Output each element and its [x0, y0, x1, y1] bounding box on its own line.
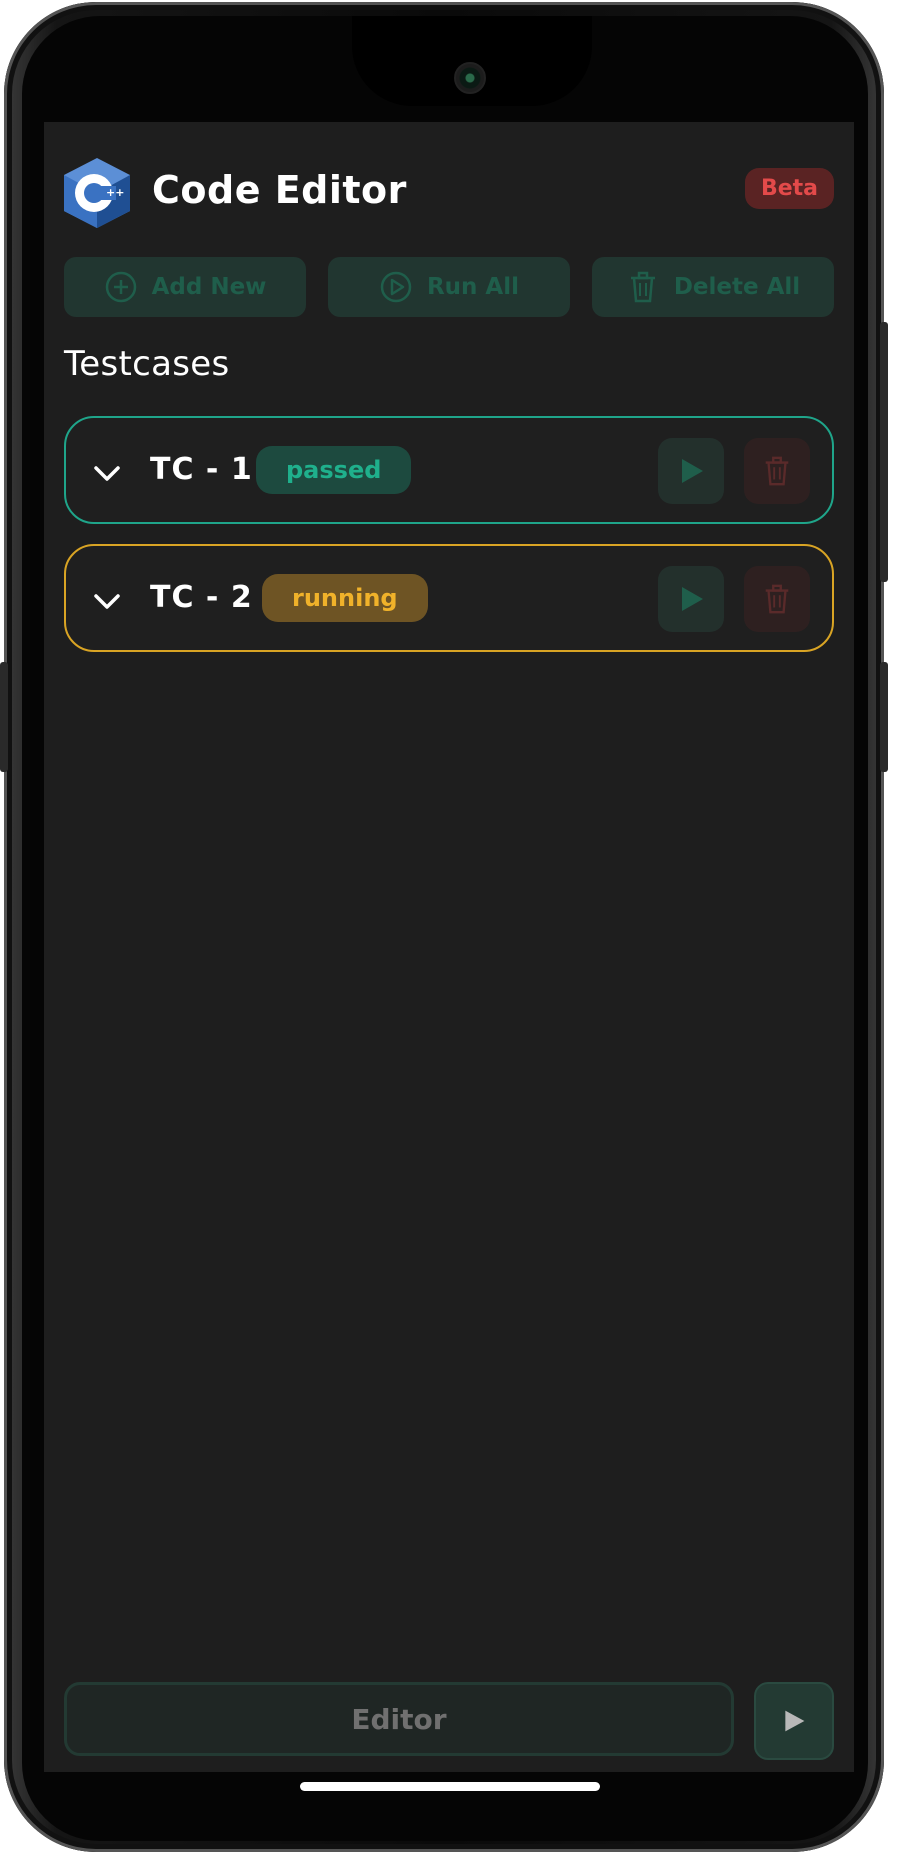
- testcase-card[interactable]: TC - 2 running: [64, 544, 834, 652]
- svg-text:++: ++: [106, 186, 124, 199]
- chevron-down-icon[interactable]: [90, 456, 124, 490]
- testcases-heading: Testcases: [64, 344, 230, 384]
- run-testcase-button[interactable]: [658, 566, 724, 632]
- play-icon: [785, 1710, 805, 1732]
- action-toolbar: Add New Run All Delete All: [64, 257, 834, 317]
- run-button[interactable]: [754, 1682, 834, 1760]
- trash-icon: [765, 584, 789, 614]
- home-indicator[interactable]: [300, 1782, 600, 1791]
- status-badge: running: [262, 574, 428, 622]
- app-header: ++ Code Editor Beta: [64, 158, 834, 228]
- play-circle-icon: [380, 271, 412, 303]
- play-icon: [682, 587, 703, 611]
- front-camera: [454, 62, 486, 94]
- play-icon: [682, 459, 703, 483]
- chevron-down-icon[interactable]: [90, 584, 124, 618]
- delete-testcase-button[interactable]: [744, 438, 810, 504]
- testcase-card[interactable]: TC - 1 passed: [64, 416, 834, 524]
- volume-button: [880, 322, 888, 582]
- trash-icon: [630, 271, 655, 303]
- run-testcase-button[interactable]: [658, 438, 724, 504]
- phone-frame: ++ Code Editor Beta Add New Run All Dele…: [0, 2, 888, 1852]
- run-all-label: Run All: [426, 274, 520, 300]
- trash-icon: [765, 456, 789, 486]
- bottom-bar: Editor: [64, 1682, 834, 1760]
- delete-testcase-button[interactable]: [744, 566, 810, 632]
- testcase-title: TC - 2: [150, 580, 253, 615]
- side-button: [0, 662, 8, 772]
- app-screen: ++ Code Editor Beta Add New Run All Dele…: [44, 122, 854, 1772]
- delete-all-button[interactable]: Delete All: [592, 257, 834, 317]
- app-title: Code Editor: [152, 168, 407, 212]
- plus-circle-icon: [105, 271, 136, 303]
- add-new-button[interactable]: Add New: [64, 257, 306, 317]
- delete-all-label: Delete All: [673, 274, 801, 300]
- beta-badge: Beta: [744, 168, 834, 209]
- editor-button[interactable]: Editor: [64, 1682, 734, 1756]
- add-new-label: Add New: [151, 274, 267, 300]
- cpp-logo-icon: ++: [64, 158, 130, 228]
- status-badge: passed: [256, 446, 412, 494]
- run-all-button[interactable]: Run All: [328, 257, 570, 317]
- testcase-title: TC - 1: [150, 452, 253, 487]
- power-button: [880, 662, 888, 772]
